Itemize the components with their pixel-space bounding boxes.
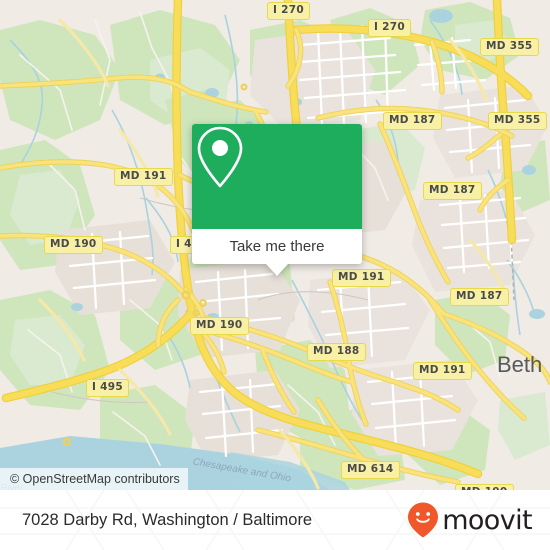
highway-shield: MD 191	[114, 168, 173, 186]
highway-shield: MD 191	[413, 362, 472, 380]
map-canvas[interactable]: .park { fill:#cfe6bd; } .park2 { fill:#d…	[0, 0, 550, 490]
osm-attribution[interactable]: © OpenStreetMap contributors	[0, 468, 188, 490]
highway-shield: MD 355	[480, 38, 539, 56]
map-pin-icon	[197, 126, 243, 188]
highway-shield: MD 188	[307, 343, 366, 361]
address-label: 7028 Darby Rd, Washington / Baltimore	[22, 510, 313, 529]
moovit-wordmark: moovit	[442, 504, 532, 536]
map-screenshot: .park { fill:#cfe6bd; } .park2 { fill:#d…	[0, 0, 550, 550]
popup-header	[192, 124, 362, 229]
place-label: Beth	[497, 352, 543, 377]
highway-shield: I 270	[368, 19, 411, 37]
highway-shield: MD 187	[383, 112, 442, 130]
highway-shield: MD 614	[341, 461, 400, 479]
footer-bar: 7028 Darby Rd, Washington / Baltimore mo…	[0, 490, 550, 550]
popup-pointer-tail	[266, 264, 288, 276]
highway-shield: I 270	[267, 2, 310, 20]
location-popup[interactable]: Take me there	[192, 124, 362, 276]
highway-shield: MD 191	[332, 269, 391, 287]
highway-shield: I 495	[86, 379, 129, 397]
highway-shield: MD 355	[488, 112, 547, 130]
highway-shield: MD 187	[450, 288, 509, 306]
take-me-there-button[interactable]: Take me there	[192, 229, 362, 264]
highway-shield: MD 187	[423, 182, 482, 200]
highway-shield: MD 190	[44, 236, 103, 254]
take-me-there-label: Take me there	[229, 238, 325, 255]
moovit-logo[interactable]: moovit	[406, 501, 533, 539]
highway-shield: MD 190	[190, 317, 249, 335]
moovit-pin-icon	[408, 502, 439, 538]
